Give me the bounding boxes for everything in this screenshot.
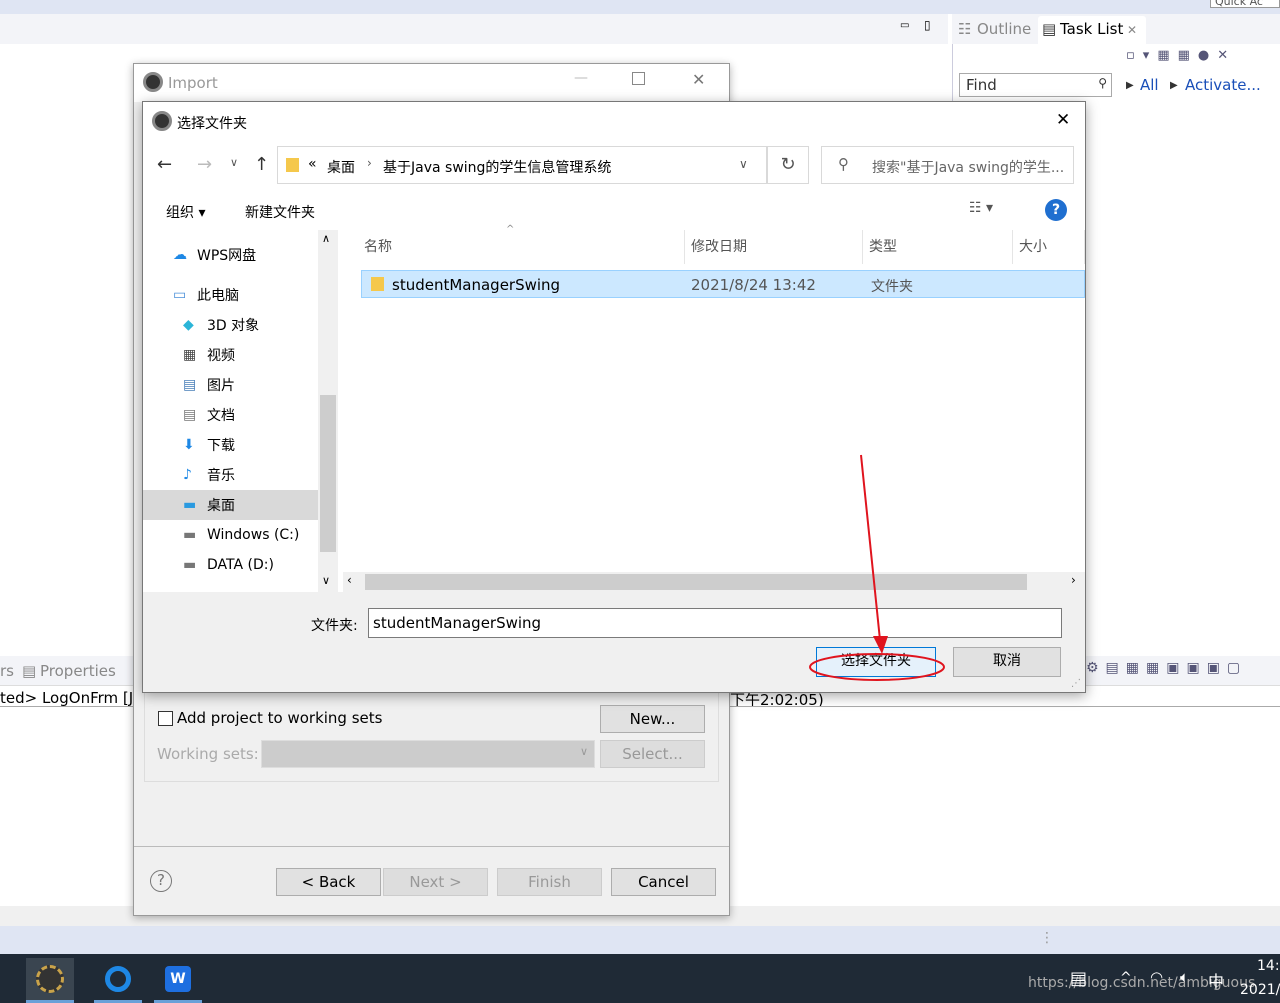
annotation-arrow: [860, 454, 881, 641]
annotation-arrowhead: [873, 636, 888, 654]
annotation-ellipse: [809, 653, 945, 681]
annotation-overlay: [809, 454, 945, 681]
